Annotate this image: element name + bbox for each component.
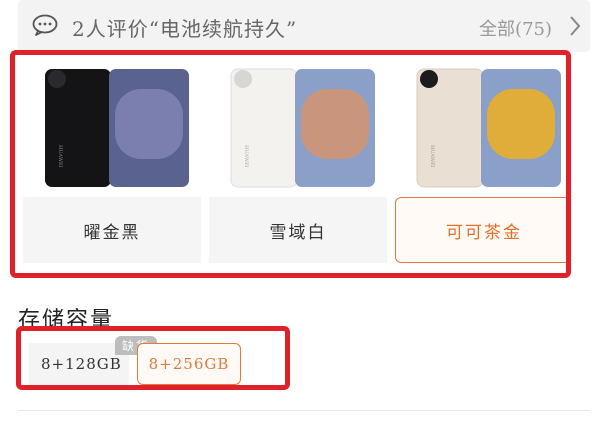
- storage-options-group: 8+128GB 缺货 8+256GB: [16, 326, 290, 390]
- color-option-black[interactable]: HUAWEI 曜金黑: [23, 55, 201, 265]
- color-label: 雪域白: [209, 197, 387, 263]
- svg-text:HUAWEI: HUAWEI: [57, 145, 63, 168]
- color-option-white[interactable]: HUAWEI 雪域白: [209, 55, 387, 265]
- storage-option-256gb[interactable]: 8+256GB: [137, 343, 241, 385]
- review-summary-bar[interactable]: 2人评价“电池续航持久” 全部(75): [18, 0, 590, 52]
- review-summary-text: 2人评价“电池续航持久”: [72, 17, 298, 41]
- color-options-group: HUAWEI 曜金黑 HUAWEI 雪域白 HUAWEI 可可茶金: [10, 50, 571, 278]
- storage-option-label: 8+256GB: [148, 355, 230, 373]
- svg-text:HUAWEI: HUAWEI: [429, 145, 435, 168]
- color-option-cocoa-gold[interactable]: HUAWEI 可可茶金: [395, 55, 566, 265]
- svg-text:HUAWEI: HUAWEI: [243, 145, 249, 168]
- color-label: 可可茶金: [395, 197, 566, 263]
- chevron-right-icon[interactable]: [568, 14, 582, 38]
- chat-bubble-icon: [32, 14, 58, 36]
- storage-option-128gb[interactable]: 8+128GB: [29, 343, 129, 385]
- storage-option-label: 8+128GB: [41, 355, 122, 373]
- color-label: 曜金黑: [23, 197, 201, 263]
- phone-image-white: HUAWEI: [209, 55, 387, 195]
- view-all-reviews-link[interactable]: 全部(75): [479, 15, 552, 41]
- phone-image-cocoa-gold: HUAWEI: [395, 55, 566, 195]
- divider: [18, 410, 590, 411]
- phone-image-black: HUAWEI: [23, 55, 201, 195]
